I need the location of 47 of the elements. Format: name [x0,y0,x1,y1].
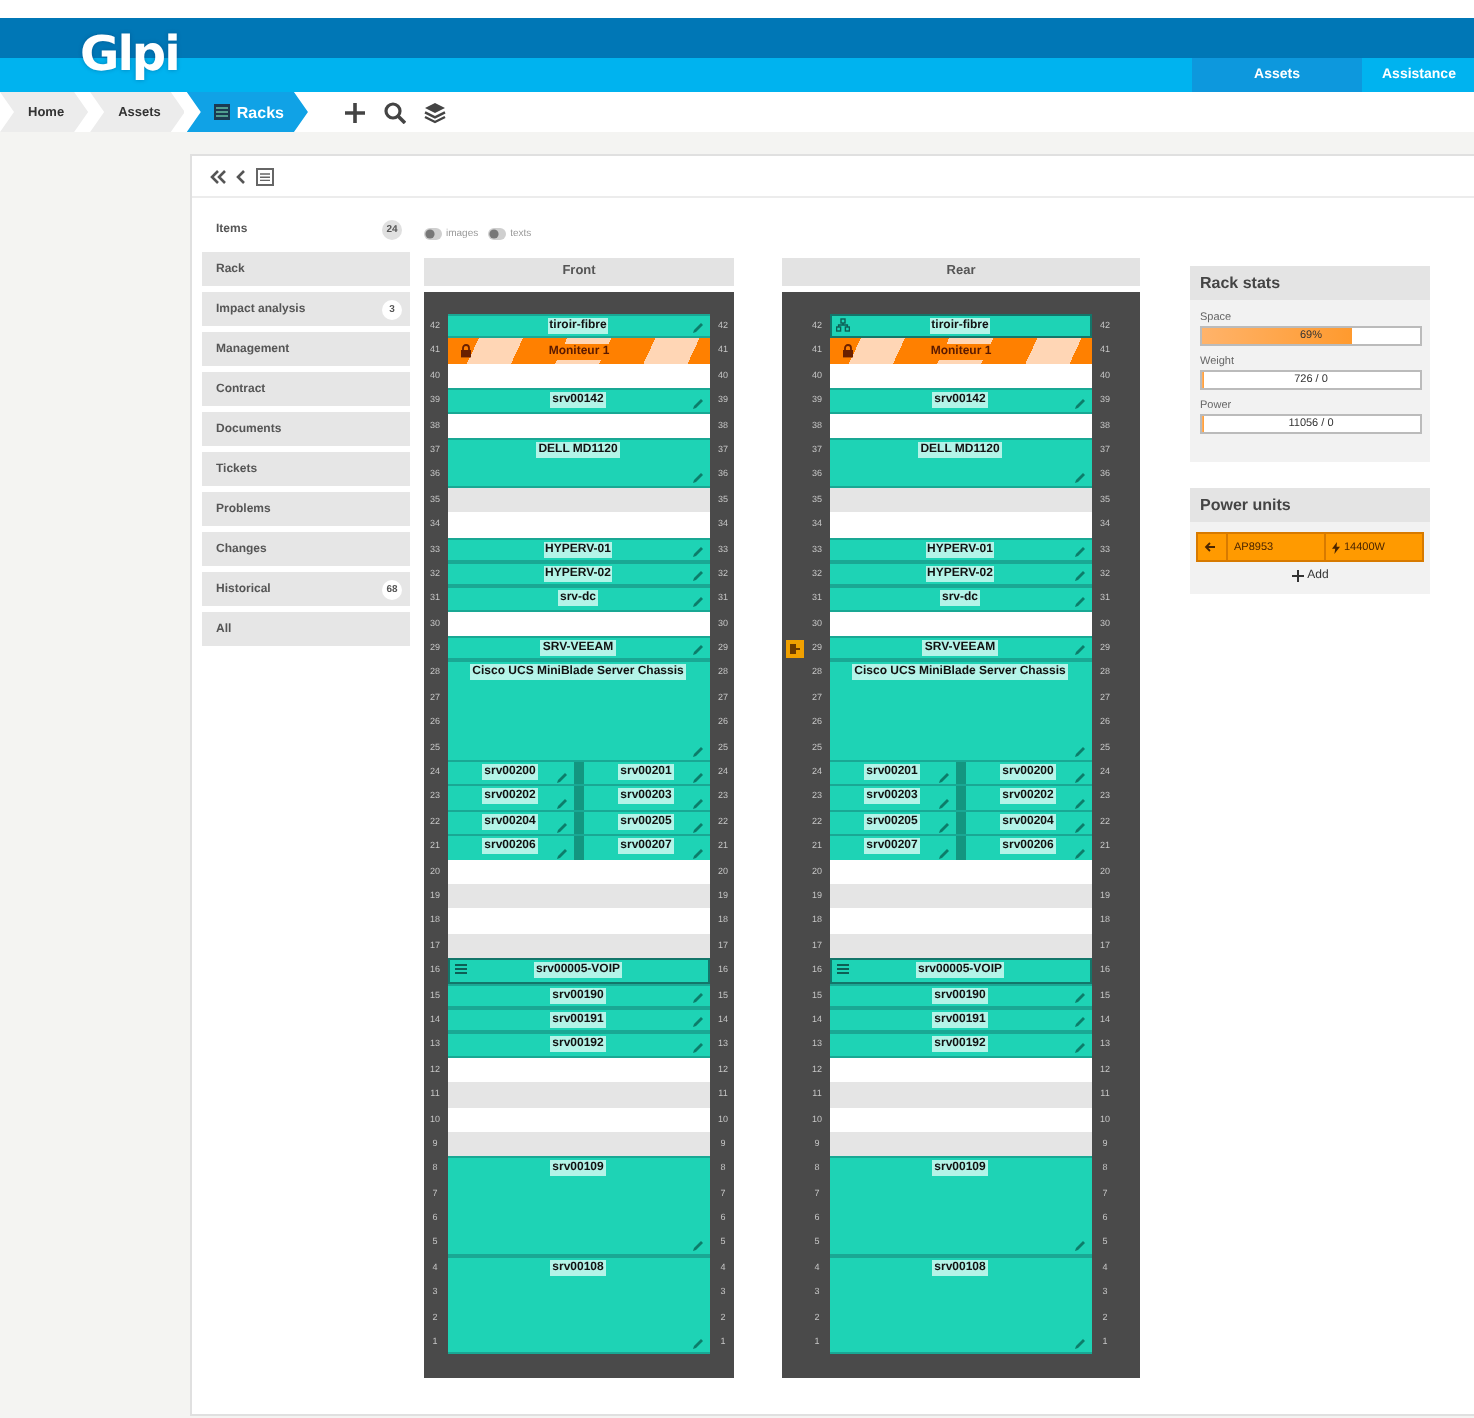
pencil-icon[interactable] [1074,1239,1086,1252]
panel-title: Power units [1190,488,1430,522]
lock-icon [842,344,854,359]
empty-slot[interactable] [448,1131,710,1157]
empty-slot[interactable] [448,611,710,637]
empty-slot[interactable] [830,413,1092,438]
pencil-icon[interactable] [692,322,704,335]
list-icon [454,962,468,977]
pencil-icon[interactable] [692,1338,704,1351]
pencil-icon[interactable] [1074,644,1086,657]
rack-icon [214,104,231,120]
empty-slot[interactable] [448,933,710,959]
pencil-icon[interactable] [692,644,704,657]
panel-title: Rack stats [1190,266,1430,300]
empty-slot[interactable] [448,1057,710,1083]
plus-icon [1291,570,1304,582]
empty-slot[interactable] [448,363,710,389]
lightning-icon [1332,541,1340,553]
pencil-icon[interactable] [692,1239,704,1252]
search-icon[interactable] [383,101,406,123]
pencil-icon[interactable] [1074,397,1086,410]
empty-slot[interactable] [830,487,1092,513]
logo[interactable]: Glpi [80,18,179,92]
empty-slot[interactable] [448,413,710,438]
toggle-switch[interactable] [488,228,507,240]
pdu-marker[interactable] [785,639,803,658]
empty-slot[interactable] [830,933,1092,959]
empty-slot[interactable] [830,363,1092,389]
arrow-left-icon [1204,542,1216,552]
toggle-switch[interactable] [424,228,442,240]
add-icon[interactable] [343,101,366,123]
empty-slot[interactable] [830,611,1092,637]
previous-icon[interactable] [236,169,246,183]
list-icon [836,962,850,977]
empty-slot[interactable] [448,487,710,513]
first-page-icon[interactable] [210,169,226,183]
pencil-icon[interactable] [1074,471,1086,484]
empty-slot[interactable] [830,1131,1092,1157]
pencil-icon[interactable] [692,397,704,410]
pencil-icon[interactable] [1074,1338,1086,1351]
lock-icon [460,344,472,359]
empty-slot[interactable] [830,1057,1092,1083]
network-icon [836,318,850,333]
pencil-icon[interactable] [692,471,704,484]
plug-icon [787,641,801,656]
layers-icon[interactable] [423,101,446,123]
list-icon[interactable] [256,167,274,185]
